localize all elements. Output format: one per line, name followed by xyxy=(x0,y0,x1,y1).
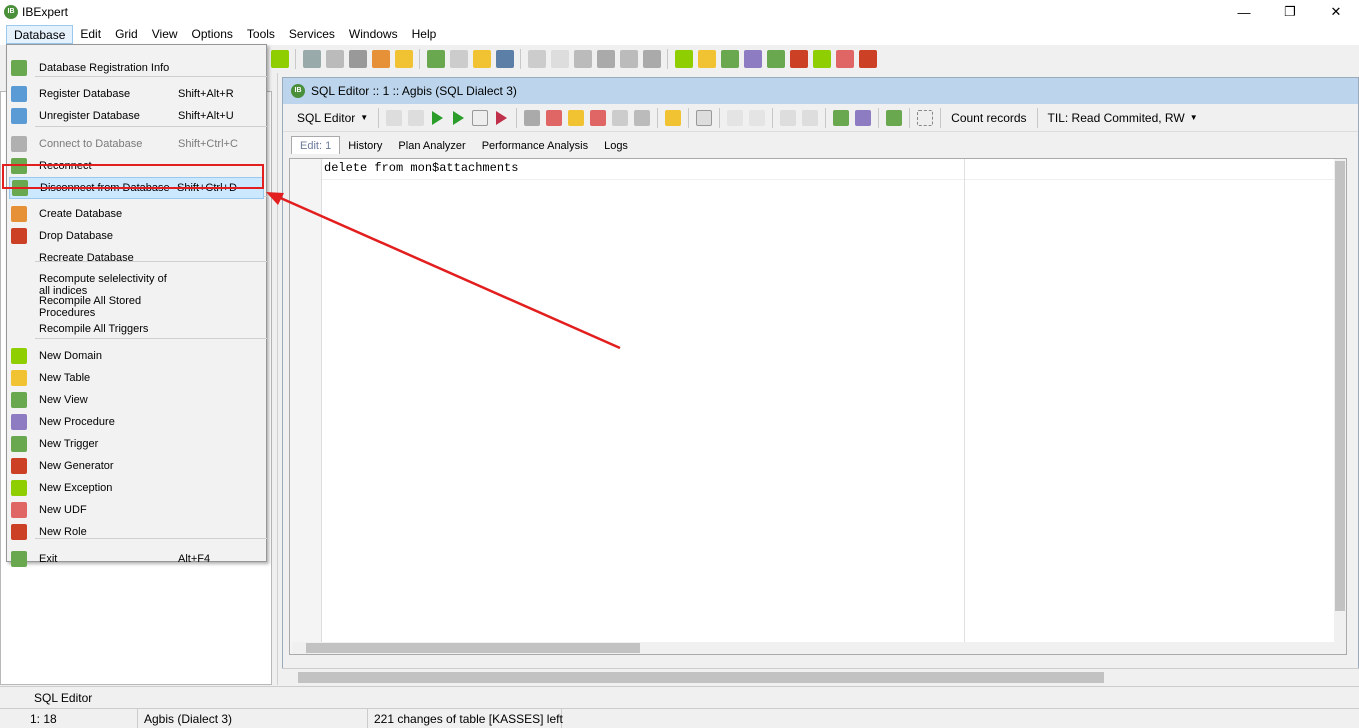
annotation-arrow xyxy=(266,192,621,350)
arrow-line xyxy=(275,194,621,350)
